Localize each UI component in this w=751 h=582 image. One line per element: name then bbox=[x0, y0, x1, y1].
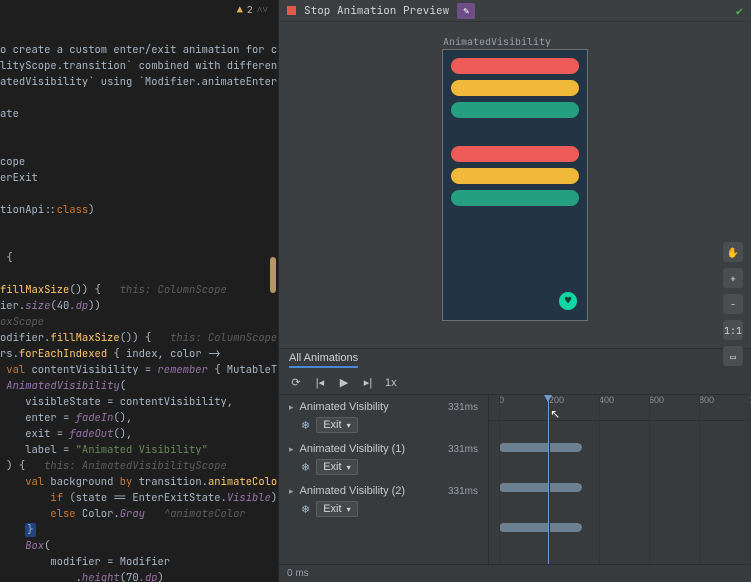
animation-tabs: All Animations bbox=[279, 349, 751, 371]
chevron-up-down-icon[interactable]: ˄˅ bbox=[257, 3, 268, 16]
preview-side-tools: ✋ + − 1:1 ▭ bbox=[723, 242, 745, 366]
heart-icon: ♥ bbox=[565, 294, 572, 308]
preview-bar bbox=[451, 58, 579, 74]
skip-end-button[interactable]: ▸| bbox=[361, 376, 375, 389]
ruler-tick: 400 bbox=[599, 395, 614, 405]
timeline[interactable]: 02004006008001000 ↖ bbox=[489, 395, 751, 564]
preview-bar bbox=[451, 168, 579, 184]
chevron-right-icon[interactable]: ▸ bbox=[289, 402, 294, 413]
track-duration: 331ms bbox=[448, 402, 478, 413]
state-value: Exit bbox=[323, 503, 341, 515]
chevron-right-icon[interactable]: ▸ bbox=[289, 486, 294, 497]
track-name: Animated Visibility (2) bbox=[300, 485, 406, 497]
timeline-lane bbox=[489, 501, 751, 541]
time-readout: 0 ms bbox=[287, 568, 309, 579]
timeline-footer: 0 ms bbox=[279, 564, 751, 582]
animation-track: ▸ Animated Visibility 331ms ❄ Exit ▾ bbox=[279, 395, 488, 437]
pan-tool[interactable]: ✋ bbox=[723, 242, 743, 262]
code-editor[interactable]: ▲ 2 ˄˅ o create a custom enter/exit anim… bbox=[0, 0, 278, 582]
check-icon: ✔ bbox=[736, 3, 743, 19]
zoom-reset-tool[interactable]: 1:1 bbox=[723, 320, 743, 340]
freeze-icon[interactable]: ❄ bbox=[301, 461, 310, 474]
ruler-tick: 800 bbox=[699, 395, 714, 405]
preview-bar bbox=[451, 146, 579, 162]
stop-icon[interactable] bbox=[287, 6, 296, 15]
timeline-lane bbox=[489, 421, 751, 461]
preview-title: Stop Animation Preview bbox=[304, 4, 449, 18]
animation-segment[interactable] bbox=[499, 443, 582, 452]
freeze-icon[interactable]: ❄ bbox=[301, 503, 310, 516]
play-button[interactable]: ▶ bbox=[337, 376, 351, 389]
preview-bar bbox=[451, 102, 579, 118]
preview-bar bbox=[451, 80, 579, 96]
skip-start-button[interactable]: |◂ bbox=[313, 376, 327, 389]
editor-scrollbar[interactable] bbox=[270, 22, 278, 562]
speed-selector[interactable]: 1x bbox=[385, 377, 397, 389]
track-list: ▸ Animated Visibility 331ms ❄ Exit ▾ ▸ Animated… bbox=[279, 395, 489, 564]
ruler-tick: 600 bbox=[649, 395, 664, 405]
timeline-ruler[interactable]: 02004006008001000 bbox=[489, 395, 751, 421]
track-name: Animated Visibility bbox=[300, 401, 389, 413]
track-duration: 331ms bbox=[448, 444, 478, 455]
track-name: Animated Visibility (1) bbox=[300, 443, 406, 455]
state-dropdown[interactable]: Exit ▾ bbox=[316, 417, 357, 433]
freeze-icon[interactable]: ❄ bbox=[301, 419, 310, 432]
timeline-lane bbox=[489, 461, 751, 501]
preview-canvas[interactable]: AnimatedVisibility ♥ ✋+−1:1▭ bbox=[279, 22, 751, 348]
chevron-down-icon: ▾ bbox=[347, 505, 351, 514]
loop-button[interactable]: ⟳ bbox=[289, 376, 303, 389]
cursor-icon: ↖ bbox=[550, 407, 560, 421]
animation-segment[interactable] bbox=[499, 523, 582, 532]
state-value: Exit bbox=[323, 461, 341, 473]
chevron-right-icon[interactable]: ▸ bbox=[289, 444, 294, 455]
transport-bar: ⟳ |◂ ▶ ▸| 1x bbox=[279, 371, 751, 395]
state-value: Exit bbox=[323, 419, 341, 431]
composable-label: AnimatedVisibility bbox=[443, 35, 551, 48]
layout-tool[interactable]: ▭ bbox=[723, 346, 743, 366]
animation-track: ▸ Animated Visibility (1) 331ms ❄ Exit ▾ bbox=[279, 437, 488, 479]
state-dropdown[interactable]: Exit ▾ bbox=[316, 459, 357, 475]
chevron-down-icon: ▾ bbox=[347, 421, 351, 430]
preview-bar bbox=[451, 212, 579, 228]
state-dropdown[interactable]: Exit ▾ bbox=[316, 501, 357, 517]
editor-inspection-bar: ▲ 2 ˄˅ bbox=[0, 0, 278, 18]
preview-bar bbox=[451, 124, 579, 140]
warning-count: 2 bbox=[247, 3, 253, 16]
chevron-down-icon: ▾ bbox=[347, 463, 351, 472]
track-duration: 331ms bbox=[448, 486, 478, 497]
fab-button[interactable]: ♥ bbox=[559, 292, 577, 310]
playhead[interactable] bbox=[548, 395, 549, 564]
code-body[interactable]: o create a custom enter/exit animation f… bbox=[0, 18, 278, 582]
preview-content bbox=[443, 50, 587, 228]
scrollbar-thumb[interactable] bbox=[270, 257, 276, 293]
timeline-lanes bbox=[489, 421, 751, 541]
preview-panel: Stop Animation Preview ✎ ✔ AnimatedVisib… bbox=[278, 0, 751, 582]
warning-icon: ▲ bbox=[237, 3, 243, 16]
brush-icon[interactable]: ✎ bbox=[457, 3, 475, 19]
zoom-out-tool[interactable]: − bbox=[723, 294, 743, 314]
device-frame: AnimatedVisibility ♥ bbox=[442, 49, 588, 321]
zoom-in-tool[interactable]: + bbox=[723, 268, 743, 288]
preview-toolbar: Stop Animation Preview ✎ ✔ bbox=[279, 0, 751, 22]
preview-bar bbox=[451, 190, 579, 206]
tab-all-animations[interactable]: All Animations bbox=[289, 352, 358, 368]
animation-segment[interactable] bbox=[499, 483, 582, 492]
animation-inspector: All Animations ⟳ |◂ ▶ ▸| 1x ▸ Animated Vi… bbox=[279, 348, 751, 582]
animation-track: ▸ Animated Visibility (2) 331ms ❄ Exit ▾ bbox=[279, 479, 488, 521]
